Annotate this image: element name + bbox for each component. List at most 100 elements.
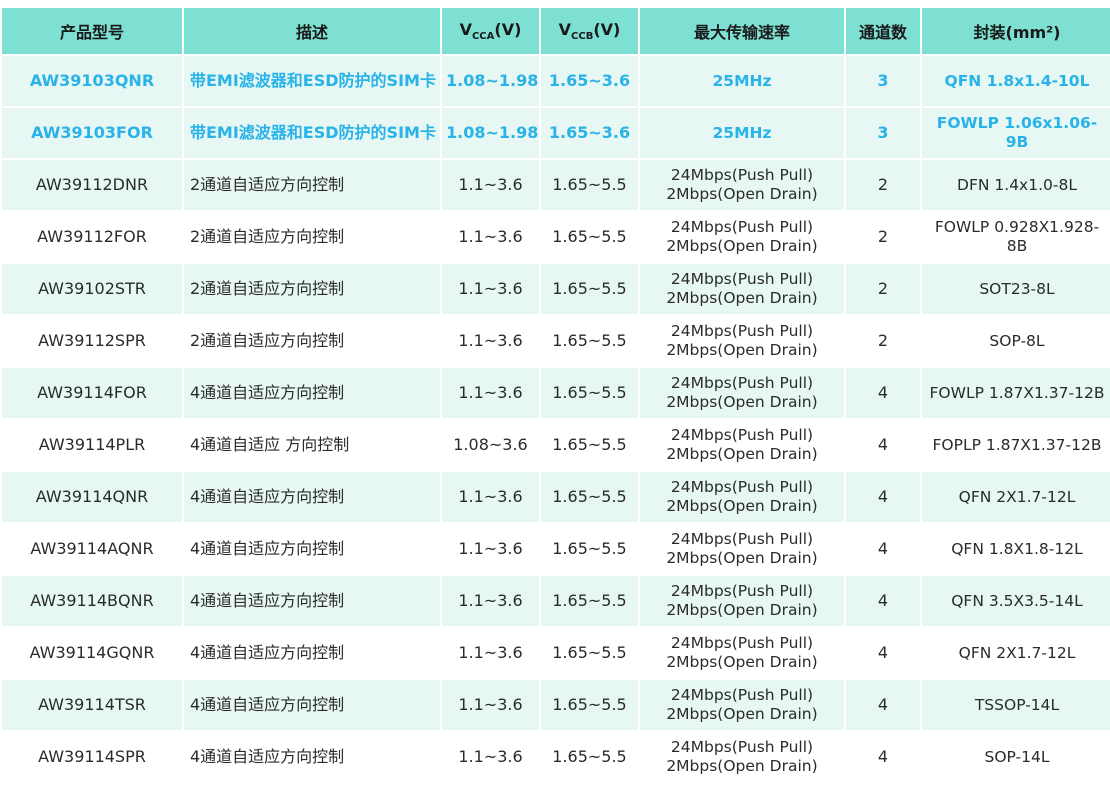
package-cell: SOP-8L bbox=[922, 316, 1110, 366]
vccb-cell: 1.65~5.5 bbox=[541, 212, 638, 262]
rate-line-1: 24Mbps(Push Pull) bbox=[670, 634, 814, 652]
vcca-cell: 1.1~3.6 bbox=[442, 524, 539, 574]
rate-cell: 24Mbps(Push Pull) 2Mbps(Open Drain) bbox=[640, 368, 844, 418]
table-row: AW39103QNR 带EMI滤波器和ESD防护的SIM卡 1.08~1.98 1.6… bbox=[2, 56, 1110, 106]
vcca-cell: 1.1~3.6 bbox=[442, 628, 539, 678]
channels-cell: 4 bbox=[846, 420, 920, 470]
model-cell: AW39114GQNR bbox=[2, 628, 182, 678]
rate-line-1: 24Mbps(Push Pull) bbox=[670, 582, 814, 600]
vccb-cell: 1.65~5.5 bbox=[541, 160, 638, 210]
rate-line-1: 24Mbps(Push Pull) bbox=[670, 322, 814, 340]
rate-line-2: 2Mbps(Open Drain) bbox=[666, 497, 818, 515]
description-cell: 带EMI滤波器和ESD防护的SIM卡 bbox=[184, 108, 440, 158]
description-cell: 4通道自适应 方向控制 bbox=[184, 420, 440, 470]
table-row: AW39102STR 2通道自适应方向控制 1.1~3.6 1.65~5.5 24Mbp… bbox=[2, 264, 1110, 314]
rate-line-1: 24Mbps(Push Pull) bbox=[670, 218, 814, 236]
rate-line-2: 2Mbps(Open Drain) bbox=[666, 549, 818, 567]
rate-cell: 24Mbps(Push Pull) 2Mbps(Open Drain) bbox=[640, 212, 844, 262]
package-cell: QFN 1.8X1.8-12L bbox=[922, 524, 1110, 574]
rate-line-2: 2Mbps(Open Drain) bbox=[666, 289, 818, 307]
description-cell: 带EMI滤波器和ESD防护的SIM卡 bbox=[184, 56, 440, 106]
header-channels: 通道数 bbox=[846, 8, 920, 54]
rate-line-1: 24Mbps(Push Pull) bbox=[670, 686, 814, 704]
rate-line-1: 24Mbps(Push Pull) bbox=[670, 166, 814, 184]
package-cell: QFN 2X1.7-12L bbox=[922, 628, 1110, 678]
rate-cell: 24Mbps(Push Pull) 2Mbps(Open Drain) bbox=[640, 628, 844, 678]
table-row: AW39114BQNR 4通道自适应方向控制 1.1~3.6 1.65~5.5 24Mb… bbox=[2, 576, 1110, 626]
table-row: AW39103FOR 带EMI滤波器和ESD防护的SIM卡 1.08~1.98 1.6… bbox=[2, 108, 1110, 158]
rate-line-2: 2Mbps(Open Drain) bbox=[666, 237, 818, 255]
package-cell: FOWLP 1.87X1.37-12B bbox=[922, 368, 1110, 418]
table-header-row: 产品型号 描述 VCCA(V) VCCB(V) 最大传输速率 通道数 封装(mm… bbox=[2, 8, 1110, 54]
vccb-cell: 1.65~5.5 bbox=[541, 628, 638, 678]
rate-line-2: 2Mbps(Open Drain) bbox=[666, 653, 818, 671]
model-cell: AW39112DNR bbox=[2, 160, 182, 210]
model-cell: AW39103FOR bbox=[2, 108, 182, 158]
product-table: 产品型号 描述 VCCA(V) VCCB(V) 最大传输速率 通道数 封装(mm… bbox=[0, 6, 1110, 784]
vccb-cell: 1.65~5.5 bbox=[541, 472, 638, 522]
vccb-cell: 1.65~5.5 bbox=[541, 368, 638, 418]
vcca-cell: 1.1~3.6 bbox=[442, 264, 539, 314]
vcca-cell: 1.1~3.6 bbox=[442, 160, 539, 210]
vccb-cell: 1.65~5.5 bbox=[541, 524, 638, 574]
rate-cell: 25MHz bbox=[640, 56, 844, 106]
vccb-cell: 1.65~5.5 bbox=[541, 576, 638, 626]
channels-cell: 2 bbox=[846, 212, 920, 262]
rate-line-1: 24Mbps(Push Pull) bbox=[670, 270, 814, 288]
vccb-cell: 1.65~3.6 bbox=[541, 56, 638, 106]
rate-line-2: 2Mbps(Open Drain) bbox=[666, 757, 818, 775]
channels-cell: 2 bbox=[846, 316, 920, 366]
rate-line-2: 2Mbps(Open Drain) bbox=[666, 705, 818, 723]
channels-cell: 4 bbox=[846, 576, 920, 626]
description-cell: 4通道自适应方向控制 bbox=[184, 524, 440, 574]
table-row: AW39114QNR 4通道自适应方向控制 1.1~3.6 1.65~5.5 24Mbp… bbox=[2, 472, 1110, 522]
table-row: AW39112FOR 2通道自适应方向控制 1.1~3.6 1.65~5.5 24Mbp… bbox=[2, 212, 1110, 262]
channels-cell: 4 bbox=[846, 368, 920, 418]
package-cell: QFN 3.5X3.5-14L bbox=[922, 576, 1110, 626]
rate-line-1: 24Mbps(Push Pull) bbox=[670, 374, 814, 392]
table-row: AW39112SPR 2通道自适应方向控制 1.1~3.6 1.65~5.5 24Mbp… bbox=[2, 316, 1110, 366]
rate-cell: 24Mbps(Push Pull) 2Mbps(Open Drain) bbox=[640, 576, 844, 626]
package-cell: SOP-14L bbox=[922, 732, 1110, 782]
model-cell: AW39103QNR bbox=[2, 56, 182, 106]
description-cell: 4通道自适应方向控制 bbox=[184, 628, 440, 678]
rate-cell: 24Mbps(Push Pull) 2Mbps(Open Drain) bbox=[640, 524, 844, 574]
rate-cell: 24Mbps(Push Pull) 2Mbps(Open Drain) bbox=[640, 264, 844, 314]
description-cell: 4通道自适应方向控制 bbox=[184, 472, 440, 522]
vcca-cell: 1.1~3.6 bbox=[442, 576, 539, 626]
vcca-cell: 1.08~1.98 bbox=[442, 108, 539, 158]
model-cell: AW39114FOR bbox=[2, 368, 182, 418]
model-cell: AW39114SPR bbox=[2, 732, 182, 782]
channels-cell: 2 bbox=[846, 160, 920, 210]
description-cell: 2通道自适应方向控制 bbox=[184, 316, 440, 366]
package-cell: QFN 2X1.7-12L bbox=[922, 472, 1110, 522]
rate-line-1: 25MHz bbox=[712, 123, 772, 142]
description-cell: 2通道自适应方向控制 bbox=[184, 160, 440, 210]
header-model: 产品型号 bbox=[2, 8, 182, 54]
rate-line-2: 2Mbps(Open Drain) bbox=[666, 185, 818, 203]
package-cell: DFN 1.4x1.0-8L bbox=[922, 160, 1110, 210]
description-cell: 2通道自适应方向控制 bbox=[184, 212, 440, 262]
vcca-cell: 1.1~3.6 bbox=[442, 368, 539, 418]
rate-cell: 24Mbps(Push Pull) 2Mbps(Open Drain) bbox=[640, 160, 844, 210]
header-max-rate: 最大传输速率 bbox=[640, 8, 844, 54]
package-cell: QFN 1.8x1.4-10L bbox=[922, 56, 1110, 106]
package-cell: SOT23-8L bbox=[922, 264, 1110, 314]
rate-line-2: 2Mbps(Open Drain) bbox=[666, 601, 818, 619]
vcca-cell: 1.1~3.6 bbox=[442, 212, 539, 262]
rate-cell: 24Mbps(Push Pull) 2Mbps(Open Drain) bbox=[640, 472, 844, 522]
channels-cell: 4 bbox=[846, 628, 920, 678]
vcca-cell: 1.1~3.6 bbox=[442, 680, 539, 730]
rate-line-1: 24Mbps(Push Pull) bbox=[670, 738, 814, 756]
rate-line-2: 2Mbps(Open Drain) bbox=[666, 393, 818, 411]
model-cell: AW39114TSR bbox=[2, 680, 182, 730]
vcca-cell: 1.1~3.6 bbox=[442, 316, 539, 366]
vcca-cell: 1.08~3.6 bbox=[442, 420, 539, 470]
description-cell: 2通道自适应方向控制 bbox=[184, 264, 440, 314]
vcca-cell: 1.1~3.6 bbox=[442, 732, 539, 782]
channels-cell: 4 bbox=[846, 732, 920, 782]
package-cell: FOWLP 0.928X1.928-8B bbox=[922, 212, 1110, 262]
vccb-cell: 1.65~5.5 bbox=[541, 316, 638, 366]
vccb-cell: 1.65~5.5 bbox=[541, 732, 638, 782]
channels-cell: 3 bbox=[846, 56, 920, 106]
